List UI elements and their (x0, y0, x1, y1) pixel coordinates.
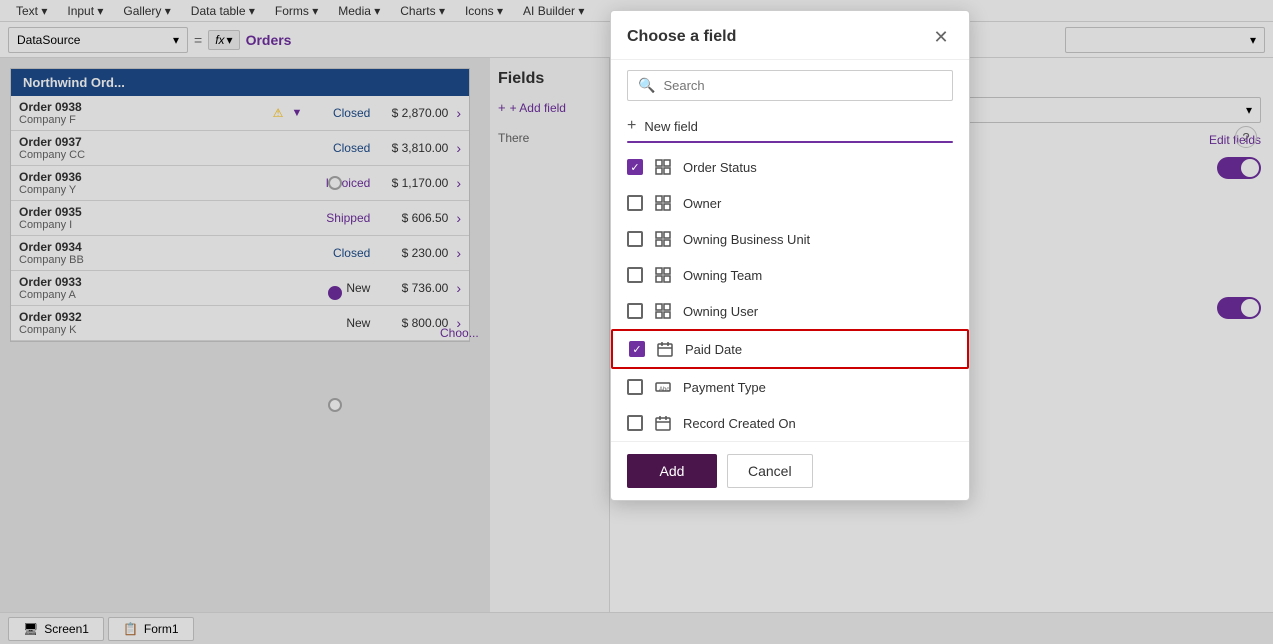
field-name: Owner (683, 196, 721, 211)
field-item[interactable]: Order Status (611, 149, 969, 185)
field-name: Owning User (683, 304, 758, 319)
field-checkbox[interactable] (627, 231, 643, 247)
grid-icon (653, 301, 673, 321)
field-name: Paid Date (685, 342, 742, 357)
search-input[interactable] (663, 78, 942, 93)
field-name: Order Status (683, 160, 757, 175)
plus-icon: + (627, 117, 636, 135)
field-item-paid-date[interactable]: Paid Date (611, 329, 969, 369)
dialog-title: Choose a field (627, 28, 736, 46)
cancel-button[interactable]: Cancel (727, 454, 813, 488)
grid-icon (653, 265, 673, 285)
field-checkbox[interactable] (627, 267, 643, 283)
field-item[interactable]: Owning User (611, 293, 969, 329)
dialog-footer: Add Cancel (611, 441, 969, 500)
field-name: Record Created On (683, 416, 796, 431)
choose-field-dialog: Choose a field ✕ 🔍 + New field Order Sta… (610, 10, 970, 501)
new-field-row[interactable]: + New field (611, 111, 969, 141)
date-icon (655, 339, 675, 359)
field-name: Owning Business Unit (683, 232, 810, 247)
text-icon: Abc (653, 377, 673, 397)
field-checkbox[interactable] (627, 195, 643, 211)
field-list: Order Status Owner Owning Business Unit … (611, 149, 969, 441)
grid-icon (653, 229, 673, 249)
field-divider (627, 141, 953, 143)
date-icon (653, 413, 673, 433)
close-button[interactable]: ✕ (929, 25, 953, 49)
add-button[interactable]: Add (627, 454, 717, 488)
svg-text:Abc: Abc (659, 387, 669, 393)
field-item[interactable]: Owning Team (611, 257, 969, 293)
field-item[interactable]: Record Created On (611, 405, 969, 441)
field-checkbox[interactable] (627, 379, 643, 395)
field-name: Payment Type (683, 380, 766, 395)
grid-icon (653, 193, 673, 213)
field-checkbox[interactable] (627, 159, 643, 175)
search-icon: 🔍 (638, 77, 655, 94)
field-item[interactable]: Abc Payment Type (611, 369, 969, 405)
field-name: Owning Team (683, 268, 762, 283)
search-box: 🔍 (627, 70, 953, 101)
field-checkbox[interactable] (629, 341, 645, 357)
grid-icon (653, 157, 673, 177)
field-checkbox[interactable] (627, 415, 643, 431)
field-item[interactable]: Owner (611, 185, 969, 221)
field-checkbox[interactable] (627, 303, 643, 319)
dialog-header: Choose a field ✕ (611, 11, 969, 60)
new-field-label: New field (644, 119, 697, 134)
field-item[interactable]: Owning Business Unit (611, 221, 969, 257)
